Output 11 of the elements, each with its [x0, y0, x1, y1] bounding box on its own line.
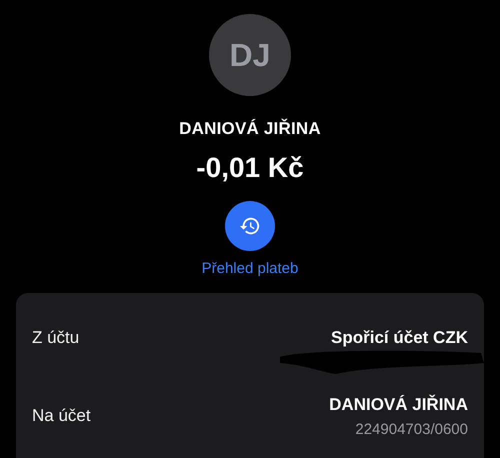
history-icon: [239, 215, 261, 237]
field-label: Na účet: [32, 406, 91, 426]
contact-name: DANIOVÁ JIŘINA: [179, 119, 321, 139]
field-value: DANIOVÁ JIŘINA: [329, 394, 468, 414]
account-number: 224904703/0600: [355, 420, 468, 438]
payment-history-link[interactable]: Přehled plateb: [202, 260, 298, 277]
history-button[interactable]: [225, 201, 275, 251]
avatar: DJ: [209, 14, 291, 96]
field-label: Z účtu: [32, 328, 80, 348]
field-value: Spořicí účet CZK: [331, 328, 468, 348]
amount: -0,01 Kč: [196, 152, 304, 184]
